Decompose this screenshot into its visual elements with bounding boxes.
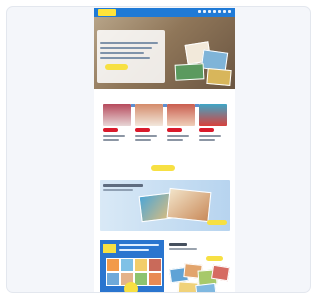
banner-title: [103, 184, 143, 187]
promo-photo: [195, 282, 217, 292]
products-cta-button[interactable]: [151, 165, 175, 171]
sale-badge: [167, 128, 182, 132]
product-text: [103, 135, 125, 137]
product-card[interactable]: [103, 104, 131, 156]
product-card[interactable]: [167, 104, 195, 156]
promo-title: [169, 243, 187, 246]
nav-item[interactable]: [228, 10, 231, 13]
nav-item[interactable]: [198, 10, 201, 13]
product-card[interactable]: [135, 104, 163, 156]
webpage-thumbnail[interactable]: [94, 8, 235, 292]
logo[interactable]: [98, 9, 116, 16]
promo-logo: [103, 244, 116, 253]
preview-card: [6, 6, 311, 293]
promo-photo: [106, 272, 120, 286]
hero-panel: [97, 30, 165, 83]
promo-text: [119, 249, 149, 251]
photobook-banner: [100, 180, 230, 231]
top-nav: [196, 10, 231, 15]
product-image: [199, 104, 227, 126]
hero-line: [100, 42, 158, 44]
product-image: [135, 104, 163, 126]
product-text: [199, 139, 215, 141]
promo-photo: [148, 272, 162, 286]
nav-item[interactable]: [223, 10, 226, 13]
promo-photo: [211, 264, 230, 282]
product-text: [167, 135, 189, 137]
promo-cta-button[interactable]: [206, 256, 223, 261]
product-card[interactable]: [199, 104, 227, 156]
promo-photo: [148, 258, 162, 272]
promo-photo: [106, 258, 120, 272]
product-image: [167, 104, 195, 126]
promo-text: [119, 244, 159, 246]
promo-photo: [134, 258, 148, 272]
photobook-image: [166, 187, 212, 223]
hero-line: [100, 47, 152, 49]
product-text: [135, 135, 157, 137]
hero-line: [100, 52, 144, 54]
nav-item[interactable]: [203, 10, 206, 13]
top-bar: [94, 8, 235, 17]
hero-banner: [94, 17, 235, 89]
promo-tile-left[interactable]: [100, 240, 164, 292]
sale-badge: [103, 128, 118, 132]
banner-subtitle: [103, 189, 133, 191]
product-image: [103, 104, 131, 126]
product-grid: [103, 104, 229, 156]
hero-photo: [174, 63, 205, 81]
promo-badge: [124, 282, 138, 292]
product-text: [199, 135, 221, 137]
banner-cta-button[interactable]: [207, 220, 227, 225]
promo-photo: [120, 258, 134, 272]
hero-photo: [206, 67, 232, 87]
nav-item[interactable]: [208, 10, 211, 13]
product-text: [135, 139, 151, 141]
hero-cta-button[interactable]: [105, 64, 128, 70]
promo-subtitle: [169, 248, 197, 250]
hero-line: [100, 57, 150, 59]
product-text: [167, 139, 183, 141]
nav-item[interactable]: [213, 10, 216, 13]
product-text: [103, 139, 119, 141]
sale-badge: [135, 128, 150, 132]
promo-tile-right[interactable]: [166, 240, 230, 292]
nav-item[interactable]: [218, 10, 221, 13]
sale-badge: [199, 128, 214, 132]
